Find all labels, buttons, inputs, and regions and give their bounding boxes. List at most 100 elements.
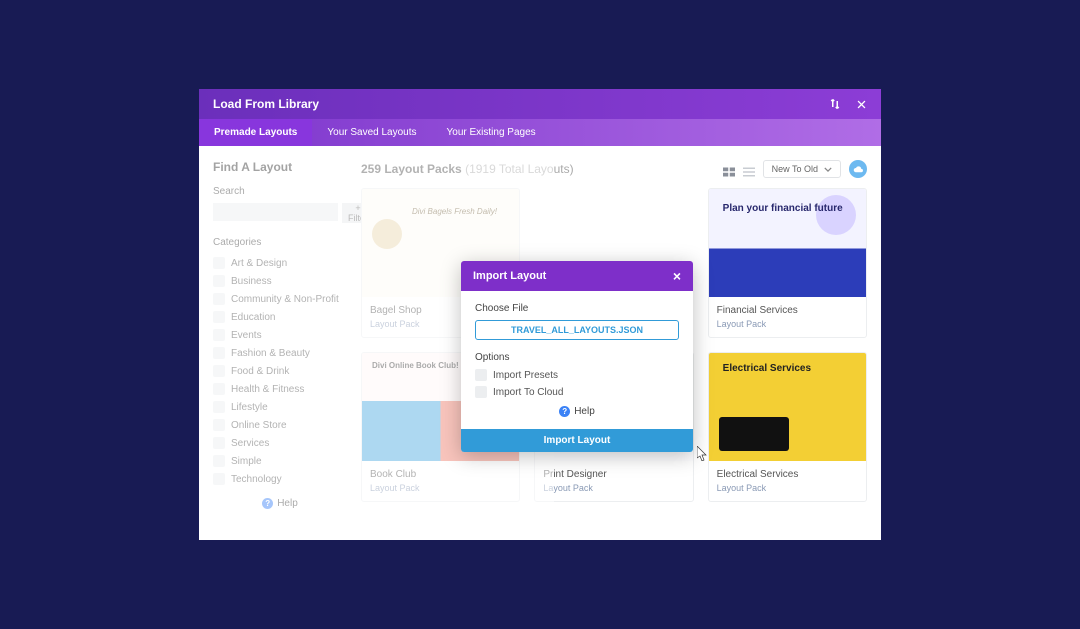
card-subtitle: Layout Pack: [370, 483, 511, 493]
card-body: Financial Services Layout Pack: [709, 297, 866, 337]
category-label: Education: [231, 312, 275, 323]
layout-card[interactable]: Electrical Services Electrical Services …: [708, 352, 867, 502]
file-picker[interactable]: TRAVEL_ALL_LAYOUTS.JSON: [475, 320, 679, 340]
tab-label: Your Saved Layouts: [327, 127, 416, 138]
modal-body: Choose File TRAVEL_ALL_LAYOUTS.JSON Opti…: [461, 291, 693, 429]
list-view-icon[interactable]: [743, 164, 755, 174]
category-label: Business: [231, 276, 272, 287]
category-label: Community & Non-Profit: [231, 294, 339, 305]
help-icon: ?: [262, 498, 273, 509]
import-button[interactable]: Import Layout: [461, 429, 693, 452]
tab-label: Your Existing Pages: [447, 127, 536, 138]
category-label: Technology: [231, 474, 282, 485]
card-thumbnail: Electrical Services: [709, 353, 866, 461]
close-icon[interactable]: ×: [673, 269, 681, 283]
search-input[interactable]: [213, 203, 338, 221]
category-label: Lifestyle: [231, 402, 268, 413]
category-item[interactable]: Lifestyle: [213, 398, 347, 416]
card-body: Print Designer Layout Pack: [535, 461, 692, 501]
sidebar: Find A Layout Search + Filter Categories…: [199, 146, 347, 540]
help-label: Help: [277, 498, 298, 509]
search-row: + Filter: [213, 203, 347, 223]
help-icon: ?: [559, 406, 570, 417]
checkbox-icon: [213, 455, 225, 467]
modal-header: Import Layout ×: [461, 261, 693, 291]
card-body: Book Club Layout Pack: [362, 461, 519, 501]
category-item[interactable]: Education: [213, 308, 347, 326]
option-label: Import Presets: [493, 370, 558, 381]
sort-label: New To Old: [772, 164, 818, 174]
card-subtitle: Layout Pack: [717, 319, 858, 329]
thumb-text: Divi Online Book Club!: [372, 361, 459, 370]
card-subtitle: Layout Pack: [717, 483, 858, 493]
checkbox-icon: [213, 419, 225, 431]
options-label: Options: [475, 352, 679, 363]
main-tools: New To Old: [723, 160, 867, 178]
body: Find A Layout Search + Filter Categories…: [199, 146, 881, 540]
checkbox-icon: [213, 293, 225, 305]
header-title: Load From Library: [213, 97, 319, 111]
checkbox-icon: [213, 437, 225, 449]
header-actions: [829, 98, 867, 110]
category-label: Services: [231, 438, 269, 449]
category-item[interactable]: Business: [213, 272, 347, 290]
modal-help[interactable]: ? Help: [475, 406, 679, 417]
checkbox-icon: [213, 365, 225, 377]
category-list: Art & Design Business Community & Non-Pr…: [213, 254, 347, 488]
portability-icon[interactable]: [829, 98, 841, 110]
tab-premade-layouts[interactable]: Premade Layouts: [199, 119, 312, 146]
checkbox-icon: [213, 257, 225, 269]
close-icon[interactable]: [855, 98, 867, 110]
category-item[interactable]: Services: [213, 434, 347, 452]
category-label: Food & Drink: [231, 366, 289, 377]
category-label: Fashion & Beauty: [231, 348, 310, 359]
category-item[interactable]: Online Store: [213, 416, 347, 434]
checkbox-icon: [213, 275, 225, 287]
category-item[interactable]: Art & Design: [213, 254, 347, 272]
category-item[interactable]: Simple: [213, 452, 347, 470]
checkbox-icon: [213, 383, 225, 395]
category-label: Art & Design: [231, 258, 287, 269]
category-item[interactable]: Food & Drink: [213, 362, 347, 380]
card-thumbnail: Plan your financial future: [709, 189, 866, 297]
thumb-text: Divi Bagels Fresh Daily!: [412, 207, 497, 216]
category-item[interactable]: Fashion & Beauty: [213, 344, 347, 362]
sidebar-help[interactable]: ? Help: [213, 498, 347, 509]
header-bar: Load From Library: [199, 89, 881, 119]
category-item[interactable]: Health & Fitness: [213, 380, 347, 398]
cloud-button[interactable]: [849, 160, 867, 178]
search-label: Search: [213, 186, 347, 197]
tab-existing-pages[interactable]: Your Existing Pages: [432, 119, 551, 146]
layout-card[interactable]: Plan your financial future Financial Ser…: [708, 188, 867, 338]
count-sub: (1919 Total Layouts): [465, 162, 574, 176]
option-import-presets[interactable]: Import Presets: [475, 369, 679, 381]
library-modal-window: Load From Library Premade Layouts Your S…: [199, 89, 881, 540]
category-item[interactable]: Events: [213, 326, 347, 344]
option-label: Import To Cloud: [493, 387, 563, 398]
tab-saved-layouts[interactable]: Your Saved Layouts: [312, 119, 431, 146]
tab-label: Premade Layouts: [214, 127, 297, 138]
checkbox-icon: [213, 329, 225, 341]
option-import-cloud[interactable]: Import To Cloud: [475, 386, 679, 398]
checkbox-icon: [213, 311, 225, 323]
grid-view-icon[interactable]: [723, 164, 735, 174]
count-text: 259 Layout Packs: [361, 162, 462, 176]
card-subtitle: Layout Pack: [543, 483, 684, 493]
card-title: Financial Services: [717, 305, 858, 316]
tabs: Premade Layouts Your Saved Layouts Your …: [199, 119, 881, 146]
help-label: Help: [574, 406, 595, 417]
category-label: Simple: [231, 456, 262, 467]
sort-dropdown[interactable]: New To Old: [763, 160, 841, 178]
main-header: 259 Layout Packs (1919 Total Layouts) Ne…: [361, 160, 867, 178]
sidebar-title: Find A Layout: [213, 160, 347, 174]
checkbox-icon: [213, 473, 225, 485]
card-body: Electrical Services Layout Pack: [709, 461, 866, 501]
category-item[interactable]: Technology: [213, 470, 347, 488]
category-label: Health & Fitness: [231, 384, 304, 395]
card-title: Electrical Services: [717, 469, 858, 480]
category-item[interactable]: Community & Non-Profit: [213, 290, 347, 308]
checkbox-icon: [475, 369, 487, 381]
import-modal: Import Layout × Choose File TRAVEL_ALL_L…: [461, 261, 693, 452]
thumb-text: Electrical Services: [723, 363, 811, 374]
category-label: Online Store: [231, 420, 287, 431]
